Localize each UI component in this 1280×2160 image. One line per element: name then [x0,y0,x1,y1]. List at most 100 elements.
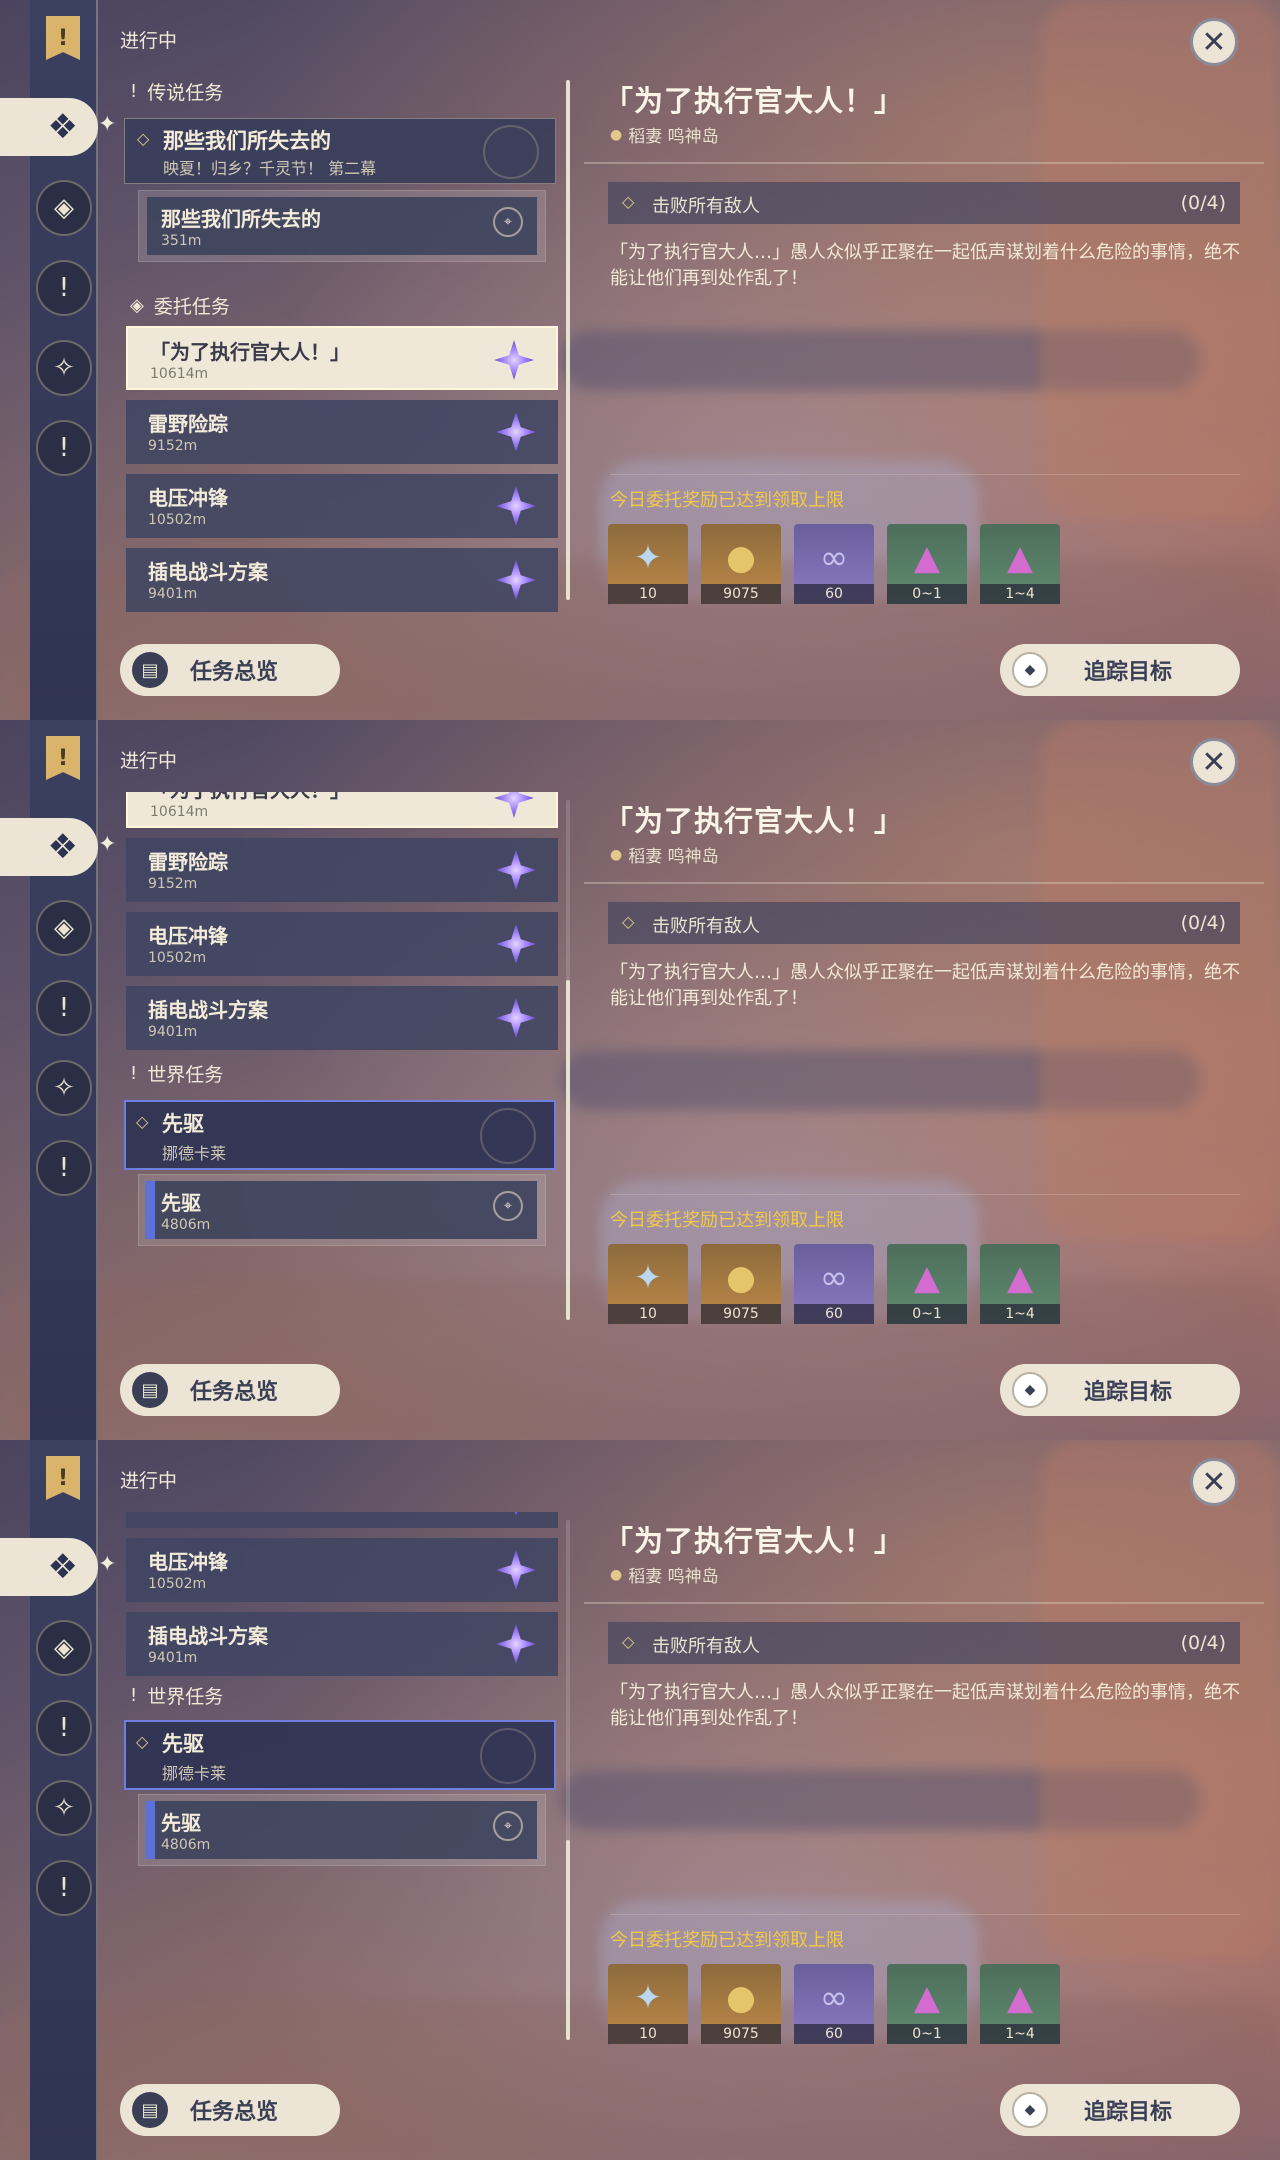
close-button[interactable]: ✕ [1190,1458,1238,1506]
commission-item[interactable]: 插电战斗方案 9401m [126,986,558,1050]
quest-title: 插电战斗方案 [148,998,268,1022]
status-label: 进行中 [120,750,178,772]
story-quest-icon[interactable]: ◈ [36,1620,92,1676]
diamond-icon: ◆ [1012,652,1048,688]
quest-title: 「为了执行官大人！」 [150,792,350,803]
archon-quest-icon[interactable]: ❖ [0,1538,98,1596]
commission-item[interactable]: 插电战斗方案 9401m [126,1612,558,1676]
commission-item[interactable]: 雷野险踪 9152m [126,400,558,464]
crystal-cluster-icon[interactable]: ▲ 1~4 [980,524,1060,604]
book-icon: ▤ [132,1372,168,1408]
reward-list: ✦ 10 ● 9075 ∞ 60 ▲ 0~1 ▲ 1~4 [608,1964,1060,2044]
quest-title: 电压冲锋 [148,1550,228,1574]
quest-list: 「为了执行官大人！」 10614m 雷野险踪 9152m 电压冲锋 10502m… [118,792,568,1332]
quest-overview-button[interactable]: ▤ 任务总览 [120,2084,340,2136]
world-quest-icon[interactable]: ! [36,260,92,316]
track-target-button[interactable]: ◆ 追踪目标 [1000,644,1240,696]
crystal-cluster-icon[interactable]: ▲ 1~4 [980,1964,1060,2044]
exclamation-icon[interactable]: ! [36,1860,92,1916]
companionship-exp-icon[interactable]: ∞ 60 [794,1964,874,2044]
mora-icon[interactable]: ● 9075 [701,524,781,604]
close-button[interactable]: ✕ [1190,18,1238,66]
objective-row: ◇ 击败所有敌人 (0/4) [608,182,1240,224]
archon-quest-icon[interactable]: ❖ [0,818,98,876]
legend-quest-item[interactable]: ◇ 那些我们所失去的 映夏！归乡？千灵节！ 第二幕 [124,118,556,184]
quest-distance: 9152m [148,438,198,454]
quest-distance: 4806m [161,1217,211,1233]
world-quest-item[interactable]: ◇ 先驱 挪德卡莱 [124,1720,556,1790]
detail-description: 「为了执行官大人…」愚人众似乎正聚在一起低声谋划着什么危险的事情，绝不能让他们再… [610,1682,1240,1729]
status-label: 进行中 [120,1470,178,1492]
quest-title: 那些我们所失去的 [163,129,331,153]
objective-row: ◇ 击败所有敌人 (0/4) [608,1622,1240,1664]
exclamation-icon[interactable]: ! [36,1140,92,1196]
crystal-cluster-icon[interactable]: ▲ 1~4 [980,1244,1060,1324]
commission-item[interactable] [126,1512,558,1528]
close-button[interactable]: ✕ [1190,738,1238,786]
commission-star-icon [496,924,536,964]
story-quest-icon[interactable]: ◈ [36,900,92,956]
commission-item[interactable]: 电压冲锋 10502m [126,1538,558,1602]
commission-item[interactable]: 电压冲锋 10502m [126,912,558,976]
adventure-exp-icon[interactable]: ✦ 10 [608,524,688,604]
crystal-chunk-icon[interactable]: ▲ 0~1 [887,1964,967,2044]
companionship-exp-icon[interactable]: ∞ 60 [794,1244,874,1324]
track-target-button[interactable]: ◆ 追踪目标 [1000,1364,1240,1416]
commission-item-selected[interactable]: 「为了执行官大人！」 10614m [126,326,558,390]
quest-title: 先驱 [162,1732,204,1756]
quest-emblem-icon [480,1108,536,1164]
quest-title: 先驱 [161,1811,201,1835]
story-quest-icon[interactable]: ◈ [36,180,92,236]
mora-icon[interactable]: ● 9075 [701,1244,781,1324]
book-icon: ▤ [132,2092,168,2128]
location-pin-icon[interactable]: ⌖ [493,1811,523,1841]
mora-icon[interactable]: ● 9075 [701,1964,781,2044]
adventure-exp-icon[interactable]: ✦ 10 [608,1244,688,1324]
commission-item[interactable]: 插电战斗方案 9401m [126,548,558,612]
divider [610,474,1240,475]
world-subquest-item[interactable]: 先驱 4806m ⌖ [138,1794,546,1866]
spark-icon: ✦ [98,832,117,857]
diamond-icon: ◇ [622,912,635,931]
quest-screen-1: ! ❖ ✦ ◈ ! ✧ ! 进行中 ✕ ! 传说任务 ◇ 那些我们所失去的 映夏… [0,0,1280,720]
exclamation-icon[interactable]: ! [36,420,92,476]
track-target-button[interactable]: ◆ 追踪目标 [1000,2084,1240,2136]
quest-subtitle: 挪德卡莱 [162,1764,227,1783]
quest-overview-button[interactable]: ▤ 任务总览 [120,1364,340,1416]
detail-location: ● 稻妻 鸣神岛 [610,1566,719,1588]
commission-star-icon [494,340,534,380]
quest-title: 先驱 [161,1191,201,1215]
quest-overview-button[interactable]: ▤ 任务总览 [120,644,340,696]
companionship-exp-icon[interactable]: ∞ 60 [794,524,874,604]
reward-list: ✦ 10 ● 9075 ∞ 60 ▲ 0~1 ▲ 1~4 [608,524,1060,604]
quest-subtitle: 挪德卡莱 [162,1144,227,1163]
diamond-icon: ◇ [622,192,635,211]
world-subquest-item[interactable]: 先驱 4806m ⌖ [138,1174,546,1246]
commission-icon[interactable]: ✧ [36,1780,92,1836]
commission-item[interactable]: 电压冲锋 10502m [126,474,558,538]
commission-star-icon [494,792,534,818]
quest-screen-3: ! ❖ ✦ ◈ ! ✧ ! 进行中 ✕ 电压冲锋 10502m 插电战斗方案 9… [0,1440,1280,2160]
detail-title: 「为了执行官大人！」 [604,84,905,118]
location-pin-icon[interactable]: ⌖ [493,1191,523,1221]
category-world: ! 世界任务 [130,1063,224,1086]
world-quest-item[interactable]: ◇ 先驱 挪德卡莱 [124,1100,556,1170]
location-pin-icon[interactable]: ⌖ [493,207,523,237]
exclamation-icon: ! [130,81,138,102]
world-quest-icon[interactable]: ! [36,980,92,1036]
divider [610,1914,1240,1915]
commission-item[interactable]: 雷野险踪 9152m [126,838,558,902]
quest-title: 电压冲锋 [148,486,228,510]
quest-list: ! 传说任务 ◇ 那些我们所失去的 映夏！归乡？千灵节！ 第二幕 那些我们所失去… [118,72,568,612]
world-quest-icon[interactable]: ! [36,1700,92,1756]
commission-icon[interactable]: ✧ [36,1060,92,1116]
location-pin-icon: ● [610,1566,623,1583]
commission-icon[interactable]: ✧ [36,340,92,396]
adventure-exp-icon[interactable]: ✦ 10 [608,1964,688,2044]
legend-subquest-item[interactable]: 那些我们所失去的 351m ⌖ [138,190,546,262]
commission-item-selected[interactable]: 「为了执行官大人！」 10614m [126,792,558,828]
archon-quest-icon[interactable]: ❖ [0,98,98,156]
crystal-chunk-icon[interactable]: ▲ 0~1 [887,524,967,604]
detail-title: 「为了执行官大人！」 [604,804,905,838]
crystal-chunk-icon[interactable]: ▲ 0~1 [887,1244,967,1324]
